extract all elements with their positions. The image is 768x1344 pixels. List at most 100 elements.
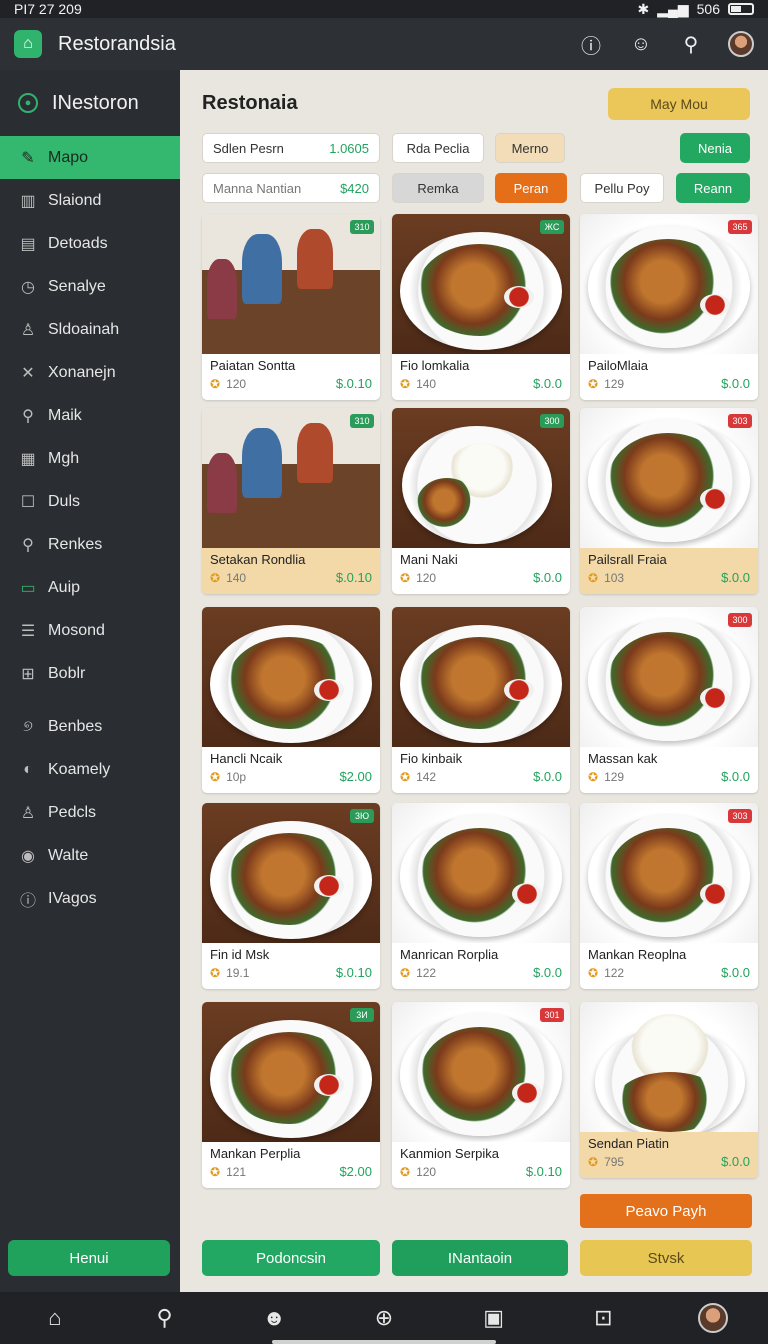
sidebar-item-boblr[interactable]: ⊞ Boblr [0, 652, 180, 695]
food-photo [202, 214, 380, 354]
sidebar-item-auip[interactable]: ▭ Auip [0, 566, 180, 609]
user-icon: ♙ [20, 321, 36, 339]
menu-card[interactable]: 303 Mankan Reoplna ✪ 122 $.0.0 [580, 803, 758, 989]
bottom-button-1[interactable]: Podoncsin [202, 1240, 380, 1276]
card-name: Pailsrall Fraia [588, 552, 667, 567]
sidebar-item-label: Senalye [48, 277, 106, 295]
sidebar-item-walte[interactable]: ◉ Walte [0, 834, 180, 877]
menu-card[interactable]: 300 Massan kak ✪ 129 $.0.0 [580, 607, 758, 793]
sidebar-item-detoads[interactable]: ▤ Detoads [0, 222, 180, 265]
sidebar-item-mosond[interactable]: ☰ Mosond [0, 609, 180, 652]
sidebar-item-pedcls[interactable]: ♙ Pedcls [0, 791, 180, 834]
sidebar-item-benbes[interactable]: ୭ Benbes [0, 705, 180, 748]
menu-card[interactable]: Sendan Piatin ✪ 795 $.0.0 [580, 1002, 758, 1178]
sidebar-item-maik[interactable]: ⚲ Maik [0, 394, 180, 437]
filter-chip[interactable]: Rda Peclia [392, 133, 484, 163]
star-icon: ✪ [400, 570, 411, 585]
home-logo-icon[interactable]: ⌂ [14, 30, 42, 58]
filter-chip[interactable]: Merno [495, 133, 565, 163]
star-icon: ✪ [588, 570, 599, 585]
sidebar-item-sldoainah[interactable]: ♙ Sldoainah [0, 308, 180, 351]
food-photo [580, 607, 758, 747]
food-photo [580, 803, 758, 943]
card-info: Setakan Rondlia ✪ 140 $.0.10 [202, 548, 380, 594]
menu-card[interactable]: Hancli Ncaik ✪ 10p $2.00 [202, 607, 380, 793]
star-icon: ✪ [210, 376, 221, 391]
sidebar-item-label: Maik [48, 406, 82, 424]
star-icon: ✪ [210, 769, 221, 784]
card-rating: 121 [226, 1164, 247, 1179]
app-bar: ⌂ Restorandsia ⓘ ☺ ⚲ [0, 18, 768, 70]
top-cta-button[interactable]: May Mou [608, 88, 750, 120]
sidebar-item-label: Slaiond [48, 191, 102, 209]
filter-chip-active[interactable]: Peran [495, 173, 567, 203]
cart-icon: ⊞ [21, 665, 35, 683]
filter-input[interactable]: Manna Nantian $420 [202, 173, 380, 203]
sidebar-button[interactable]: Henui [8, 1240, 170, 1276]
card-badge: ЖС [540, 220, 564, 234]
card-rating: 120 [416, 570, 437, 585]
sidebar-item-label: Mapo [48, 148, 89, 166]
info-icon: ⓘ [19, 892, 36, 910]
menu-card[interactable]: ЖС Fio lomkalia ✪ 140 $.0.0 [392, 214, 570, 400]
bottom-nav: ⌂ ⚲ ☻ ⊕ ▣ ⊡ [0, 1292, 768, 1344]
sidebar-item-renkes[interactable]: ⚲ Renkes [0, 523, 180, 566]
filter-chip-active[interactable]: Reann [676, 173, 750, 203]
menu-card[interactable]: Manrican Rorplia ✪ 122 $.0.0 [392, 803, 570, 989]
scan-icon[interactable]: ⊡ [583, 1298, 623, 1338]
help-icon[interactable]: ⓘ [578, 31, 604, 58]
card-rating: 129 [604, 376, 625, 391]
search-icon[interactable]: ⚲ [678, 31, 704, 57]
sidebar-item-senalye[interactable]: ◷ Senalye [0, 265, 180, 308]
menu-card[interactable]: Fio kinbaik ✪ 142 $.0.0 [392, 607, 570, 793]
profile-icon[interactable]: ☻ [254, 1298, 294, 1338]
card-price: $2.00 [339, 1164, 372, 1179]
avatar[interactable] [693, 1298, 733, 1338]
card-info: Kanmion Serpika ✪ 120 $.0.10 [392, 1142, 570, 1188]
sidebar-item-duls[interactable]: ☐ Duls [0, 480, 180, 523]
card-name: PailoMlaia [588, 358, 648, 373]
card-price: $.0.0 [533, 769, 562, 784]
cart-icon[interactable]: ▣ [474, 1298, 514, 1338]
food-photo [202, 607, 380, 747]
bottom-button-3[interactable]: Stvsk [580, 1240, 752, 1276]
filter-value: 1.0605 [329, 140, 369, 156]
sidebar-brand[interactable]: ● INestoron [0, 70, 180, 136]
card-name: Mankan Perplia [210, 1146, 301, 1161]
sidebar-item-slaiond[interactable]: ▥ Slaiond [0, 179, 180, 222]
sidebar-item-ivagos[interactable]: ⓘ IVagos [0, 877, 180, 920]
sidebar-item-mapo[interactable]: ✎ Mapo [0, 136, 180, 179]
pin-icon: ⚲ [22, 536, 34, 554]
menu-card[interactable]: 301 Kanmion Serpika ✪ 120 $.0.10 [392, 1002, 570, 1188]
compass-icon[interactable]: ⊕ [364, 1298, 404, 1338]
star-icon: ✪ [400, 769, 411, 784]
bottom-button-2[interactable]: INantaoin [392, 1240, 568, 1276]
food-photo [202, 408, 380, 548]
search-icon[interactable]: ⚲ [145, 1298, 185, 1338]
card-rating: 103 [604, 570, 625, 585]
menu-card[interactable]: 310 Paiatan Sontta ✪ 120 $.0.10 [202, 214, 380, 400]
sidebar-item-label: Benbes [48, 717, 103, 735]
menu-card[interactable]: 300 Mani Naki ✪ 120 $.0.0 [392, 408, 570, 594]
sidebar-item-label: Boblr [48, 664, 86, 682]
book-icon: ▤ [20, 235, 36, 253]
filter-chip[interactable]: Remka [392, 173, 484, 203]
account-icon[interactable]: ☺ [628, 31, 654, 57]
avatar[interactable] [728, 31, 754, 57]
menu-card[interactable]: 310 Setakan Rondlia ✪ 140 $.0.10 [202, 408, 380, 594]
sidebar-item-koamely[interactable]: ◐ Koamely [0, 748, 180, 791]
filter-search-person[interactable]: Sdlen Pesrn 1.0605 [202, 133, 380, 163]
sidebar-item-xonanejn[interactable]: ✕ Xonanejn [0, 351, 180, 394]
home-icon[interactable]: ⌂ [35, 1298, 75, 1338]
card-price: $.0.0 [533, 570, 562, 585]
filter-chip[interactable]: Pellu Poy [580, 173, 664, 203]
sidebar-item-label: Pedcls [48, 803, 97, 821]
card-price: $.0.10 [335, 965, 372, 980]
menu-card[interactable]: 3И Mankan Perplia ✪ 121 $2.00 [202, 1002, 380, 1188]
order-pay-button[interactable]: Peavo Payh [580, 1194, 752, 1228]
menu-card[interactable]: 3Ю Fin id Msk ✪ 19.1 $.0.10 [202, 803, 380, 989]
sidebar-item-mgh[interactable]: ▦ Mgh [0, 437, 180, 480]
filter-chip-active[interactable]: Nenia [680, 133, 750, 163]
menu-card[interactable]: 365 PailoMlaia ✪ 129 $.0.0 [580, 214, 758, 400]
menu-card[interactable]: 303 Pailsrall Fraia ✪ 103 $.0.0 [580, 408, 758, 594]
